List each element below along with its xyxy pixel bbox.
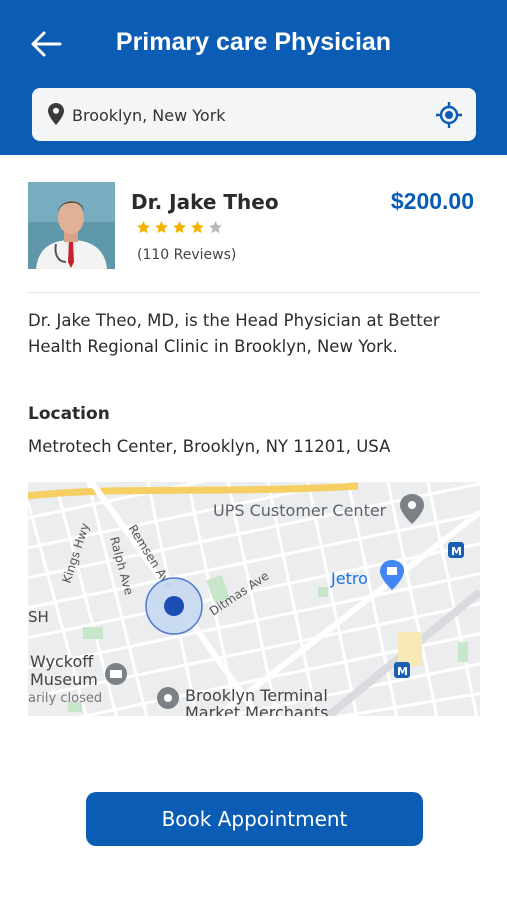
star-filled-icon	[137, 220, 150, 234]
map-label-sh: SH	[28, 608, 49, 626]
app-header: Primary care Physician	[0, 0, 507, 155]
current-location-marker	[145, 577, 203, 635]
map-label-jetro: Jetro	[330, 569, 368, 588]
svg-text:M: M	[397, 665, 408, 678]
terminal-pin-icon[interactable]	[157, 687, 179, 709]
page-title: Primary care Physician	[115, 28, 392, 56]
location-address: Metrotech Center, Brooklyn, NY 11201, US…	[28, 437, 391, 456]
museum-pin-icon[interactable]	[105, 663, 127, 685]
metro-icon: M	[448, 542, 464, 558]
map-label-closed: arily closed	[28, 691, 102, 706]
map-label-museum: Museum	[30, 670, 98, 689]
doctor-name: Dr. Jake Theo	[131, 190, 279, 214]
star-filled-icon	[155, 220, 168, 234]
doctor-bio: Dr. Jake Theo, MD, is the Head Physician…	[28, 311, 440, 356]
rating-stars	[136, 220, 223, 235]
location-map[interactable]: UPS Customer Center Jetro M M Remsen Ave…	[28, 482, 480, 716]
location-search[interactable]	[32, 88, 476, 141]
star-filled-icon	[191, 220, 204, 234]
map-label-wyckoff: Wyckoff	[30, 652, 94, 671]
metro-icon: M	[394, 662, 410, 678]
svg-text:M: M	[451, 545, 462, 558]
location-heading: Location	[28, 404, 110, 424]
doctor-avatar	[28, 182, 115, 269]
crosshair-locate-icon[interactable]	[436, 102, 462, 128]
consultation-price: $200.00	[390, 188, 474, 214]
map-label-merchants: Market Merchants	[185, 703, 328, 716]
map-pin-icon	[48, 103, 64, 125]
divider	[28, 292, 480, 293]
review-count: (110 Reviews)	[137, 247, 237, 263]
star-empty-icon	[209, 220, 222, 234]
book-appointment-button[interactable]: Book Appointment	[86, 792, 423, 846]
star-filled-icon	[173, 220, 186, 234]
map-label-ups: UPS Customer Center	[213, 501, 387, 520]
location-input[interactable]	[72, 100, 422, 130]
